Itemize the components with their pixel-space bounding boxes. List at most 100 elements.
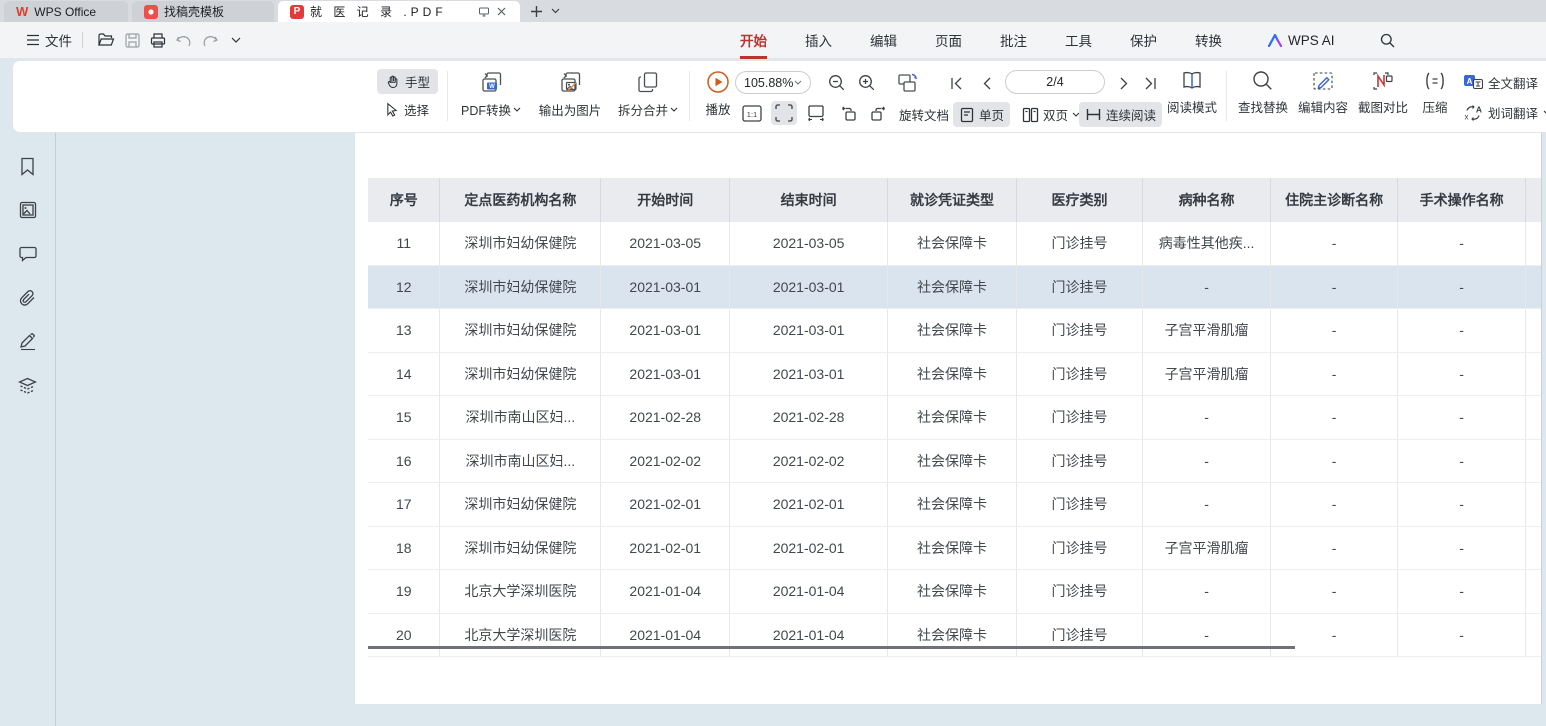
page-indicator-value: 2/4 xyxy=(1046,75,1063,89)
pdf-convert-button[interactable]: W PDF转换 xyxy=(453,69,529,119)
tab-label: WPS Office xyxy=(34,5,96,19)
table-row: 19北京大学深圳医院2021-01-042021-01-04社会保障卡门诊挂号-… xyxy=(368,570,1541,614)
export-image-button[interactable]: 输出为图片 xyxy=(531,69,609,119)
close-tab-icon[interactable] xyxy=(496,6,508,18)
table-cell-sliver xyxy=(1526,483,1541,526)
table-cell: 20 xyxy=(368,614,440,657)
table-cell: 深圳市南山区妇... xyxy=(440,440,601,483)
quick-access-chevron-icon[interactable] xyxy=(223,29,249,51)
comment-icon[interactable] xyxy=(17,243,39,265)
table-cell: 子宫平滑肌瘤 xyxy=(1143,309,1271,352)
print-button[interactable] xyxy=(145,29,171,51)
read-mode-button[interactable]: 阅读模式 xyxy=(1165,69,1219,116)
find-replace-button[interactable]: 查找替换 xyxy=(1235,69,1291,116)
next-page-button[interactable] xyxy=(1113,71,1135,95)
menu-annotate[interactable]: 批注 xyxy=(998,28,1029,52)
table-cell-sliver xyxy=(1526,570,1541,613)
fit-width-button[interactable] xyxy=(803,101,829,125)
play-button[interactable]: 播放 xyxy=(695,69,741,118)
menu-page[interactable]: 页面 xyxy=(933,28,964,52)
signature-icon[interactable] xyxy=(17,331,39,353)
split-merge-icon xyxy=(635,69,662,96)
table-header-cell: 开始时间 xyxy=(601,178,730,222)
table-row: 18深圳市妇幼保健院2021-02-012021-02-01社会保障卡门诊挂号子… xyxy=(368,527,1541,571)
zoom-level-combobox[interactable]: 105.88% xyxy=(735,71,811,94)
table-cell: - xyxy=(1398,222,1526,265)
compress-button[interactable]: 压缩 xyxy=(1415,69,1455,116)
double-page-button[interactable]: 双页 xyxy=(1016,102,1086,127)
table-cell: 子宫平滑肌瘤 xyxy=(1143,527,1271,570)
table-row: 11深圳市妇幼保健院2021-03-052021-03-05社会保障卡门诊挂号病… xyxy=(368,222,1541,266)
rotate-right-button[interactable] xyxy=(865,101,891,125)
table-cell: 2021-03-01 xyxy=(601,266,730,309)
edit-content-icon xyxy=(1310,69,1336,93)
svg-text:A: A xyxy=(1476,104,1482,114)
fit-page-button[interactable] xyxy=(771,101,797,125)
screenshot-compare-button[interactable]: 截图对比 xyxy=(1355,69,1411,116)
hand-tool-button[interactable]: 手型 xyxy=(377,69,438,94)
word-translation-button[interactable]: x A 划词翻译 xyxy=(1463,103,1546,122)
find-replace-icon xyxy=(1251,69,1275,93)
full-translation-button[interactable]: A 全文翻译 xyxy=(1463,73,1538,92)
menu-wps-ai[interactable]: WPS AI xyxy=(1268,33,1335,48)
thumbnail-icon[interactable] xyxy=(17,199,39,221)
redo-button[interactable] xyxy=(197,29,223,51)
menu-protect[interactable]: 保护 xyxy=(1128,28,1159,52)
table-cell-sliver xyxy=(1526,396,1541,439)
table-cell: 2021-03-01 xyxy=(730,309,888,352)
split-merge-button[interactable]: 拆分合并 xyxy=(613,69,683,119)
table-cell: - xyxy=(1271,309,1398,352)
open-file-button[interactable] xyxy=(93,29,119,51)
tab-medical-record-pdf[interactable]: P 就 医 记 录 .PDF xyxy=(278,1,520,22)
table-cell: 19 xyxy=(368,570,440,613)
undo-button[interactable] xyxy=(171,29,197,51)
menu-edit[interactable]: 编辑 xyxy=(868,28,899,52)
last-page-button[interactable] xyxy=(1139,71,1161,95)
table-cell: 社会保障卡 xyxy=(888,309,1017,352)
menu-tools[interactable]: 工具 xyxy=(1063,28,1094,52)
chevron-down-icon xyxy=(513,107,521,112)
zoom-in-button[interactable] xyxy=(855,71,879,95)
svg-text:W: W xyxy=(489,84,495,90)
attachment-icon[interactable] xyxy=(17,287,39,309)
tab-wps-office[interactable]: W WPS Office xyxy=(4,1,128,22)
chevron-down-icon xyxy=(670,107,678,112)
edit-content-button[interactable]: 编辑内容 xyxy=(1295,69,1351,116)
rotate-document-button[interactable]: 旋转文档 xyxy=(893,102,955,127)
table-cell: - xyxy=(1143,440,1271,483)
table-cell: 社会保障卡 xyxy=(888,570,1017,613)
monitor-icon[interactable] xyxy=(478,6,490,18)
rotate-left-button[interactable] xyxy=(835,101,861,125)
page-number-input[interactable]: 2/4 xyxy=(1005,70,1105,94)
select-tool-button[interactable]: 选择 xyxy=(377,97,438,122)
export-image-label: 输出为图片 xyxy=(539,100,602,119)
layers-icon[interactable] xyxy=(17,375,39,397)
menu-home[interactable]: 开始 xyxy=(738,28,769,52)
single-page-button[interactable]: 单页 xyxy=(953,102,1010,127)
ribbon-search-icon[interactable] xyxy=(1375,29,1401,51)
table-cell: 15 xyxy=(368,396,440,439)
table-cell: 13 xyxy=(368,309,440,352)
word-translation-icon: x A xyxy=(1463,104,1483,122)
tab-docer-template[interactable]: 找稿壳模板 xyxy=(132,1,274,22)
menu-convert[interactable]: 转换 xyxy=(1193,28,1224,52)
file-menu-button[interactable]: 文件 xyxy=(26,30,72,50)
bookmark-icon[interactable] xyxy=(17,155,39,177)
wps-pdf-window: W WPS Office 找稿壳模板 P 就 医 记 录 .PDF xyxy=(0,0,1546,704)
table-cell: - xyxy=(1398,483,1526,526)
zoom-out-button[interactable] xyxy=(825,71,849,95)
toolbar-panel: 手型 选择 W PDF转换 xyxy=(12,60,1546,133)
actual-size-button[interactable]: 1:1 xyxy=(739,101,765,125)
save-button[interactable] xyxy=(119,29,145,51)
replace-pages-button[interactable] xyxy=(893,69,923,97)
continuous-reading-button[interactable]: 连续阅读 xyxy=(1079,102,1162,127)
previous-page-button[interactable] xyxy=(975,71,997,95)
first-page-button[interactable] xyxy=(945,71,967,95)
continuous-reading-icon xyxy=(1085,107,1102,122)
new-tab-button[interactable] xyxy=(530,5,543,18)
menu-insert[interactable]: 插入 xyxy=(803,28,834,52)
table-header-sliver xyxy=(1526,178,1541,222)
table-header-cell: 住院主诊断名称 xyxy=(1271,178,1398,222)
tab-list-chevron-icon[interactable] xyxy=(551,8,560,14)
table-cell: 门诊挂号 xyxy=(1017,440,1143,483)
